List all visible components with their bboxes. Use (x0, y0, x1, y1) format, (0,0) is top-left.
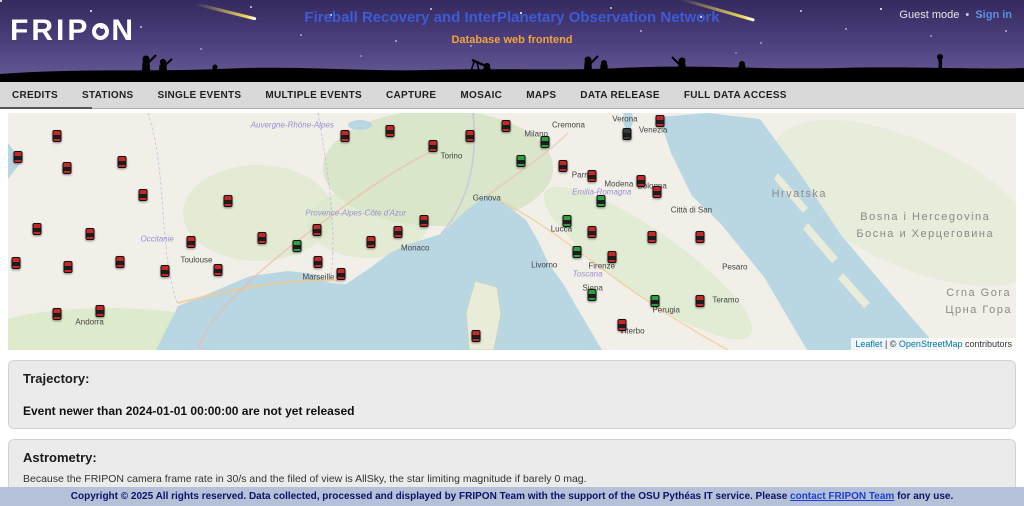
nav-item-multiple-events[interactable]: MULTIPLE EVENTS (265, 90, 362, 101)
attribution-suffix: contributors (962, 339, 1012, 349)
station-marker-red[interactable] (340, 130, 349, 142)
horizon-silhouette (0, 54, 1024, 82)
copyright-suffix: for any use. (894, 491, 953, 502)
station-marker-red[interactable] (258, 232, 267, 244)
station-marker-red[interactable] (587, 226, 596, 238)
astrometry-message: Because the FRIPON camera frame rate in … (23, 473, 1001, 485)
footer: Copyright © 2025 All rights reserved. Da… (0, 487, 1024, 506)
station-marker-red[interactable] (336, 268, 345, 280)
station-marker-red[interactable] (161, 265, 170, 277)
station-marker-red[interactable] (53, 308, 62, 320)
page-subtitle: Database web frontend (0, 34, 1024, 46)
nav-item-capture[interactable]: CAPTURE (386, 90, 436, 101)
header-titles: Fireball Recovery and InterPlanetary Obs… (0, 9, 1024, 46)
station-marker-red[interactable] (656, 115, 665, 127)
trajectory-message: Event newer than 2024-01-01 00:00:00 are… (23, 404, 1001, 418)
sign-in-link[interactable]: Sign in (975, 9, 1012, 21)
station-marker-green[interactable] (563, 215, 572, 227)
guest-mode-label: Guest mode (899, 9, 959, 21)
station-marker-green[interactable] (587, 289, 596, 301)
station-marker-red[interactable] (53, 130, 62, 142)
trajectory-heading: Trajectory: (23, 371, 1001, 386)
station-marker-red[interactable] (696, 231, 705, 243)
station-marker-red[interactable] (313, 224, 322, 236)
station-marker-red[interactable] (648, 231, 657, 243)
station-marker-red[interactable] (14, 151, 23, 163)
station-marker-green[interactable] (572, 246, 581, 258)
station-marker-red[interactable] (115, 256, 124, 268)
station-marker-red[interactable] (607, 251, 616, 263)
trajectory-panel: Trajectory: Event newer than 2024-01-01 … (8, 360, 1016, 429)
station-marker-green[interactable] (293, 240, 302, 252)
nav-item-stations[interactable]: STATIONS (82, 90, 133, 101)
station-marker-red[interactable] (559, 160, 568, 172)
nav-item-credits[interactable]: CREDITS (12, 90, 58, 101)
nav-item-mosaic[interactable]: MOSAIC (460, 90, 502, 101)
station-marker-red[interactable] (64, 261, 73, 273)
nav-item-data-release[interactable]: DATA RELEASE (580, 90, 660, 101)
station-marker-red[interactable] (139, 189, 148, 201)
station-marker-red[interactable] (617, 319, 626, 331)
station-marker-red[interactable] (314, 256, 323, 268)
station-marker-dark[interactable] (622, 128, 631, 140)
station-marker-red[interactable] (653, 186, 662, 198)
station-marker-red[interactable] (366, 236, 375, 248)
station-marker-green[interactable] (596, 195, 605, 207)
nav-item-full-data-access[interactable]: FULL DATA ACCESS (684, 90, 787, 101)
main-nav: CREDITS STATIONS SINGLE EVENTS MULTIPLE EVE… (0, 82, 1024, 109)
page-title: Fireball Recovery and InterPlanetary Obs… (0, 9, 1024, 26)
station-marker-red[interactable] (386, 125, 395, 137)
station-marker-red[interactable] (420, 215, 429, 227)
map-attribution: Leaflet | © OpenStreetMap contributors (851, 338, 1016, 350)
nav-active-indicator (0, 107, 92, 109)
station-marker-red[interactable] (213, 264, 222, 276)
site-header: FRIPN Fireball Recovery and InterPlaneta… (0, 0, 1024, 82)
copyright-text: Copyright © 2025 All rights reserved. Da… (71, 491, 790, 502)
station-marker-red[interactable] (117, 156, 126, 168)
osm-link[interactable]: OpenStreetMap (899, 339, 963, 349)
station-marker-red[interactable] (33, 223, 42, 235)
station-marker-red[interactable] (587, 170, 596, 182)
station-marker-green[interactable] (517, 155, 526, 167)
station-marker-red[interactable] (465, 130, 474, 142)
auth-area: Guest mode • Sign in (899, 9, 1012, 21)
station-marker-red[interactable] (95, 305, 104, 317)
station-marker-red[interactable] (471, 330, 480, 342)
nav-item-maps[interactable]: MAPS (526, 90, 556, 101)
station-marker-red[interactable] (63, 162, 72, 174)
station-marker-red[interactable] (394, 226, 403, 238)
main-nav-items: CREDITS STATIONS SINGLE EVENTS MULTIPLE EVE… (12, 90, 787, 101)
station-marker-red[interactable] (223, 195, 232, 207)
station-marker-green[interactable] (651, 295, 660, 307)
contact-link[interactable]: contact FRIPON Team (790, 491, 894, 502)
astrometry-heading: Astrometry: (23, 450, 1001, 465)
auth-separator: • (965, 9, 969, 21)
station-marker-red[interactable] (501, 120, 510, 132)
station-marker-red[interactable] (696, 295, 705, 307)
map-marker-layer (8, 113, 1016, 350)
station-marker-red[interactable] (85, 228, 94, 240)
leaflet-link[interactable]: Leaflet (855, 339, 882, 349)
station-marker-red[interactable] (187, 236, 196, 248)
attribution-separator: | © (882, 339, 898, 349)
station-marker-red[interactable] (637, 175, 646, 187)
station-marker-green[interactable] (541, 136, 550, 148)
nav-item-single-events[interactable]: SINGLE EVENTS (157, 90, 241, 101)
stars-decoration (0, 0, 2, 2)
station-marker-red[interactable] (12, 257, 21, 269)
stations-map[interactable]: ToulouseAndorraMonacoMarseilleGenovaTori… (8, 113, 1016, 350)
station-marker-red[interactable] (429, 140, 438, 152)
